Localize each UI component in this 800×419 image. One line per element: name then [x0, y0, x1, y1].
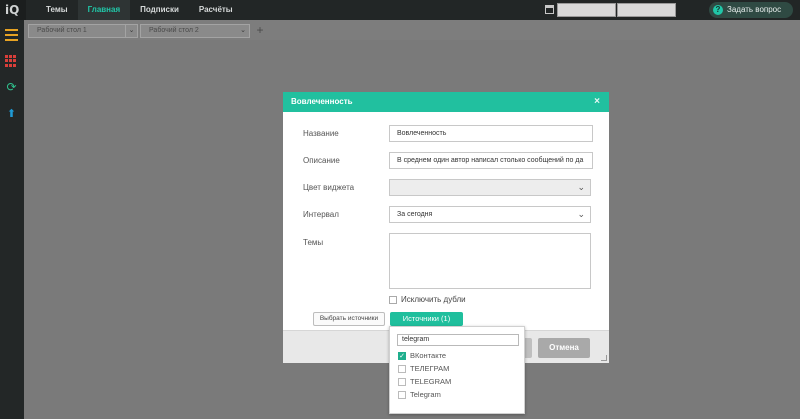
checkbox-icon[interactable]	[398, 365, 406, 373]
desktop-select-2[interactable]: Рабочий стол 2 ⌄	[140, 24, 250, 38]
description-label: Описание	[303, 156, 340, 165]
tab-home[interactable]: Главная	[77, 0, 131, 20]
resize-handle[interactable]	[601, 355, 607, 361]
modal-header: Вовлеченность ×	[283, 92, 609, 112]
chevron-down-icon: ⌄	[125, 25, 137, 37]
interval-value: За сегодня	[397, 211, 433, 218]
source-option-label: ТЕЛЕГРАМ	[410, 364, 450, 373]
sources-button[interactable]: Источники (1)	[390, 312, 463, 326]
name-field[interactable]: Вовлеченность	[389, 125, 593, 142]
top-navbar: iQ Темы Главная Подписки Расчёты ? Задат…	[0, 0, 800, 20]
widget-color-select: ⌄	[389, 179, 591, 196]
chevron-down-icon: ⌄	[240, 27, 246, 34]
sync-icon[interactable]: ⟳	[5, 81, 18, 93]
ask-question-button[interactable]: ? Задать вопрос	[709, 2, 793, 18]
sources-search-input[interactable]: telegram	[397, 334, 519, 346]
source-option[interactable]: ✓ ВКонтакте	[398, 350, 446, 361]
widget-color-label: Цвет виджета	[303, 183, 355, 192]
name-label: Название	[303, 129, 339, 138]
modal-title: Вовлеченность	[291, 97, 353, 106]
upload-icon[interactable]: ⬆	[5, 108, 18, 120]
source-option[interactable]: Telegram	[398, 389, 441, 400]
ask-question-label: Задать вопрос	[727, 5, 782, 14]
sources-dropdown: telegram ✓ ВКонтакте ТЕЛЕГРАМ TELEGRAM T…	[389, 326, 525, 414]
tab-topics[interactable]: Темы	[36, 0, 78, 20]
calendar-icon[interactable]	[545, 5, 554, 14]
add-desktop-button[interactable]: +	[254, 23, 266, 37]
source-option[interactable]: ТЕЛЕГРАМ	[398, 363, 449, 374]
chevron-down-icon: ⌄	[577, 209, 585, 219]
description-field[interactable]: В среднем один автор написал столько соо…	[389, 152, 593, 169]
question-icon: ?	[713, 5, 723, 15]
cancel-button[interactable]: Отмена	[538, 338, 590, 358]
checkbox-icon[interactable]	[398, 391, 406, 399]
source-option-label: TELEGRAM	[410, 377, 452, 386]
app-logo[interactable]: iQ	[0, 0, 26, 20]
source-option[interactable]: TELEGRAM	[398, 376, 451, 387]
checkbox-icon[interactable]	[398, 378, 406, 386]
checkbox-checked-icon[interactable]: ✓	[398, 352, 406, 360]
left-sidebar: ⟳ ⬆	[0, 20, 24, 419]
desktop-select-1-label: Рабочий стол 1	[37, 27, 87, 34]
grid-icon[interactable]	[5, 55, 18, 67]
topics-label: Темы	[303, 238, 324, 247]
pick-sources-button[interactable]: Выбрать источники	[313, 312, 385, 326]
tab-subscriptions[interactable]: Подписки	[130, 0, 189, 20]
interval-label: Интервал	[303, 210, 339, 219]
exclude-duplicates-checkbox[interactable]	[389, 296, 397, 304]
desktop-select-1[interactable]: Рабочий стол 1 ⌄	[28, 24, 138, 38]
exclude-duplicates-label: Исключить дубли	[401, 295, 466, 304]
desktop-selector-row: Рабочий стол 1 ⌄ Рабочий стол 2 ⌄ +	[24, 20, 800, 40]
close-icon[interactable]: ×	[594, 92, 600, 112]
source-option-label: Telegram	[410, 390, 441, 399]
nav-tabs: Темы Главная Подписки Расчёты	[36, 0, 243, 20]
menu-icon[interactable]	[5, 29, 18, 41]
date-to-input[interactable]	[617, 3, 676, 17]
source-option-label: ВКонтакте	[410, 351, 447, 360]
chevron-down-icon: ⌄	[577, 182, 585, 192]
interval-select[interactable]: За сегодня ⌄	[389, 206, 591, 223]
desktop-select-2-label: Рабочий стол 2	[149, 27, 199, 34]
topics-field[interactable]	[389, 233, 591, 289]
tab-calculations[interactable]: Расчёты	[189, 0, 243, 20]
date-from-input[interactable]	[557, 3, 616, 17]
